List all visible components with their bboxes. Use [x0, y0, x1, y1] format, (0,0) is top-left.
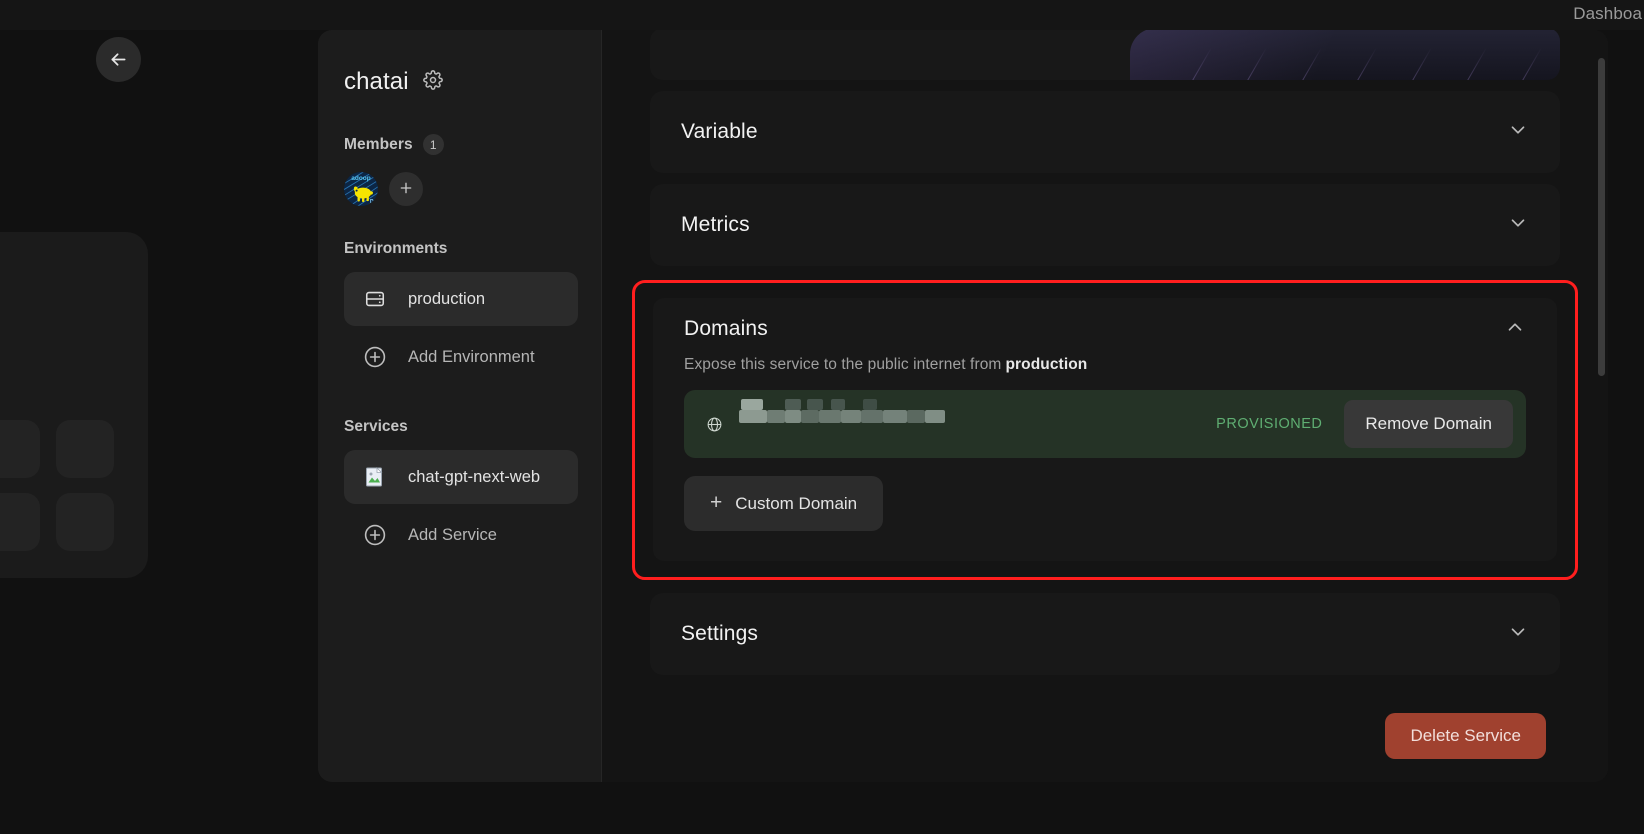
- svg-text:adoop: adoop: [351, 175, 371, 182]
- background-tile: [56, 493, 114, 551]
- chevron-up-icon[interactable]: [1504, 316, 1526, 343]
- sidebar-item-add-environment[interactable]: Add Environment: [344, 330, 578, 384]
- plus-icon: +: [710, 492, 722, 513]
- main-scrollbar-track[interactable]: [1598, 58, 1605, 774]
- domains-card-highlight: Domains Expose this service to the publi…: [632, 280, 1578, 580]
- back-button[interactable]: [96, 37, 141, 82]
- members-count-badge: 1: [423, 134, 444, 155]
- add-member-button[interactable]: [389, 172, 423, 206]
- delete-service-button[interactable]: Delete Service: [1385, 713, 1546, 759]
- arrow-left-icon: [108, 49, 129, 70]
- app-root: Dashboa chatai: [0, 0, 1644, 834]
- main-scrollbar-thumb[interactable]: [1598, 58, 1605, 376]
- domains-card: Domains Expose this service to the publi…: [653, 298, 1557, 561]
- delete-service-row: Delete Service: [650, 713, 1560, 759]
- main-panel: Variable Metrics: [602, 30, 1608, 782]
- sidebar-item-chat-gpt-next-web[interactable]: chat-gpt-next-web: [344, 450, 578, 504]
- settings-card-header[interactable]: Settings: [650, 593, 1560, 675]
- domain-name-redacted[interactable]: [739, 390, 1202, 458]
- members-row: adoop Dp: [344, 172, 578, 206]
- metrics-card-title: Metrics: [681, 213, 750, 237]
- avatar[interactable]: adoop Dp: [344, 172, 378, 206]
- sidebar-item-production[interactable]: production: [344, 272, 578, 326]
- metrics-card-header[interactable]: Metrics: [650, 184, 1560, 266]
- sidebar-item-label: production: [408, 290, 485, 309]
- plus-circle-icon: [362, 523, 388, 547]
- domains-card-title: Domains: [684, 317, 768, 341]
- sidebar-item-label: Add Service: [408, 526, 497, 545]
- variable-card[interactable]: Variable: [650, 91, 1560, 173]
- sidebar-item-label: chat-gpt-next-web: [408, 468, 540, 487]
- background-top-strip: [0, 0, 1644, 30]
- domains-subtitle: Expose this service to the public intern…: [684, 356, 1526, 374]
- database-icon: [362, 288, 388, 310]
- domains-card-header[interactable]: Domains: [684, 298, 1526, 360]
- status-badge: PROVISIONED: [1216, 416, 1322, 432]
- plus-circle-icon: [362, 345, 388, 369]
- variable-card-header[interactable]: Variable: [650, 91, 1560, 173]
- project-header: chatai: [344, 68, 578, 96]
- svg-text:Dp: Dp: [370, 199, 377, 205]
- add-custom-domain-label: Custom Domain: [735, 494, 857, 514]
- main-scroll-area: Variable Metrics: [602, 30, 1608, 782]
- deployment-preview-card[interactable]: [650, 30, 1560, 80]
- add-custom-domain-button[interactable]: + Custom Domain: [684, 476, 883, 531]
- gear-icon[interactable]: [423, 70, 443, 95]
- chevron-down-icon[interactable]: [1507, 621, 1529, 648]
- metrics-card[interactable]: Metrics: [650, 184, 1560, 266]
- settings-card[interactable]: Settings: [650, 593, 1560, 675]
- background-dashboard-label: Dashboa: [1573, 4, 1642, 24]
- domain-entry-row: PROVISIONED Remove Domain: [684, 390, 1526, 458]
- domains-subtitle-environment: production: [1005, 356, 1087, 373]
- plus-icon: [398, 180, 414, 199]
- background-tile: [56, 420, 114, 478]
- variable-card-title: Variable: [681, 120, 758, 144]
- background-tile: [0, 493, 40, 551]
- remove-domain-button[interactable]: Remove Domain: [1344, 400, 1513, 448]
- domains-subtitle-text: Expose this service to the public intern…: [684, 356, 1001, 373]
- service-detail-modal: chatai Members 1: [318, 30, 1608, 782]
- environments-label: Environments: [344, 240, 578, 258]
- chevron-down-icon[interactable]: [1507, 119, 1529, 146]
- deployment-preview-art: [1130, 30, 1560, 80]
- project-name: chatai: [344, 68, 409, 96]
- globe-icon: [706, 416, 723, 433]
- broken-image-icon: [362, 466, 388, 488]
- settings-card-title: Settings: [681, 622, 758, 646]
- background-tile: [0, 420, 40, 478]
- members-header: Members 1: [344, 134, 578, 155]
- sidebar-item-label: Add Environment: [408, 348, 535, 367]
- services-label: Services: [344, 418, 578, 436]
- chevron-down-icon[interactable]: [1507, 212, 1529, 239]
- sidebar: chatai Members 1: [318, 30, 602, 782]
- members-label: Members: [344, 136, 413, 154]
- sidebar-item-add-service[interactable]: Add Service: [344, 508, 578, 562]
